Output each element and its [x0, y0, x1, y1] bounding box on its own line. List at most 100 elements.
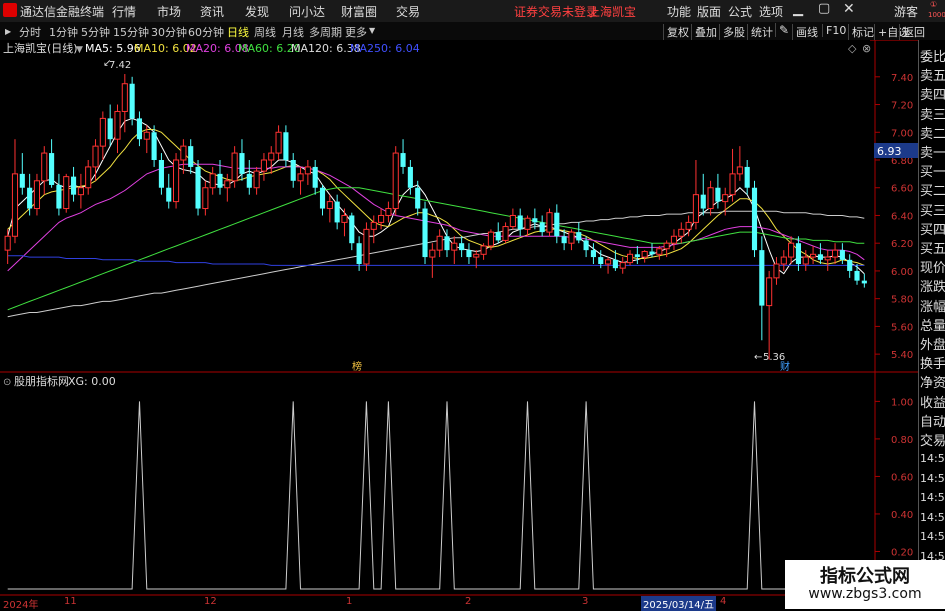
period-tab-multi[interactable]: 多周期: [309, 24, 342, 40]
candle[interactable]: [400, 139, 406, 174]
candle[interactable]: [656, 245, 663, 260]
candle[interactable]: [436, 229, 443, 258]
candle[interactable]: [56, 173, 62, 216]
candle[interactable]: [502, 222, 509, 244]
candle[interactable]: [129, 76, 135, 126]
period-tab-daily[interactable]: 日线: [227, 24, 249, 40]
menu-item-function[interactable]: 功能: [667, 3, 691, 20]
menu-item-layout[interactable]: 版面: [697, 3, 721, 20]
candle[interactable]: [304, 160, 311, 185]
menu-item-ask[interactable]: 问小达: [289, 3, 325, 20]
candle[interactable]: [239, 139, 245, 181]
tool-back[interactable]: 返回: [899, 24, 925, 40]
period-tab-tick[interactable]: 分时: [19, 24, 41, 40]
candle[interactable]: [173, 153, 180, 209]
period-tab-weekly[interactable]: 周线: [254, 24, 276, 40]
collapse-icon[interactable]: ⊗: [862, 42, 871, 55]
candle[interactable]: [773, 257, 780, 285]
candle[interactable]: [370, 215, 377, 244]
candle[interactable]: [707, 180, 714, 216]
candle[interactable]: [831, 243, 839, 264]
candle[interactable]: [27, 173, 33, 216]
diamond-icon[interactable]: ◇: [848, 42, 857, 55]
candle[interactable]: [290, 153, 296, 188]
candle[interactable]: [817, 243, 823, 264]
candle[interactable]: [554, 204, 560, 244]
candle[interactable]: [634, 245, 640, 264]
menu-item-news[interactable]: 资讯: [200, 3, 224, 20]
candle[interactable]: [363, 222, 370, 271]
tool-draw[interactable]: 画线: [792, 24, 818, 40]
quote-label[interactable]: 交易: [920, 430, 945, 449]
candle[interactable]: [824, 250, 831, 271]
candle[interactable]: [41, 146, 48, 195]
candle[interactable]: [619, 257, 626, 274]
candle[interactable]: [107, 104, 113, 147]
tool-multi-stock[interactable]: 多股: [719, 24, 745, 40]
candle[interactable]: [641, 250, 648, 263]
candle[interactable]: [297, 166, 304, 195]
candle[interactable]: [466, 243, 472, 264]
candle[interactable]: [590, 243, 596, 264]
candle[interactable]: [459, 236, 465, 258]
candle[interactable]: [429, 243, 436, 278]
candle[interactable]: [766, 270, 773, 360]
period-tab-30min[interactable]: 30分钟: [151, 24, 187, 40]
candle[interactable]: [319, 184, 326, 216]
candle[interactable]: [847, 254, 853, 278]
period-tab-60min[interactable]: 60分钟: [188, 24, 224, 40]
candle[interactable]: [312, 160, 318, 195]
menu-item-discover[interactable]: 发现: [245, 3, 269, 20]
candle[interactable]: [33, 173, 41, 216]
candle[interactable]: [729, 148, 736, 202]
candle[interactable]: [326, 194, 333, 223]
legend-collapse-icon[interactable]: ▼: [76, 45, 83, 55]
menu-item-quotes[interactable]: 行情: [112, 3, 136, 20]
candle[interactable]: [151, 125, 157, 167]
candle[interactable]: [700, 173, 706, 216]
candle[interactable]: [49, 139, 55, 188]
candle[interactable]: [268, 146, 275, 174]
expand-icon[interactable]: ▶: [5, 27, 11, 36]
candle[interactable]: [788, 236, 795, 264]
candle[interactable]: [70, 166, 77, 202]
candle[interactable]: [378, 208, 385, 230]
candle[interactable]: [392, 146, 399, 216]
candle[interactable]: [576, 222, 582, 244]
candle[interactable]: [99, 111, 106, 160]
period-tab-monthly[interactable]: 月线: [282, 24, 304, 40]
tool-mark[interactable]: 标记: [848, 24, 874, 40]
candle[interactable]: [195, 160, 201, 216]
candle[interactable]: [546, 208, 553, 237]
period-tab-1min[interactable]: 1分钟: [49, 24, 78, 40]
tool-overlay[interactable]: 叠加: [691, 24, 717, 40]
candle[interactable]: [810, 245, 817, 264]
candle[interactable]: [85, 160, 92, 195]
candle[interactable]: [11, 139, 19, 244]
quote-label[interactable]: 自动: [920, 411, 945, 430]
candle[interactable]: [751, 180, 758, 258]
login-notice[interactable]: 证券交易未登录: [514, 3, 598, 20]
candle[interactable]: [224, 173, 231, 202]
more-dropdown-icon[interactable]: ▼: [369, 26, 375, 35]
candle[interactable]: [854, 264, 860, 285]
close-icon[interactable]: ✕: [843, 1, 855, 17]
tool-stats[interactable]: 统计: [747, 24, 773, 40]
menu-item-market[interactable]: 市场: [157, 3, 181, 20]
tool-f10[interactable]: F10: [822, 24, 846, 37]
candle[interactable]: [260, 153, 267, 181]
menu-item-trade[interactable]: 交易: [396, 3, 420, 20]
candle[interactable]: [480, 243, 487, 260]
user-label[interactable]: 游客: [894, 3, 918, 20]
candle[interactable]: [539, 215, 545, 237]
candle[interactable]: [92, 139, 99, 181]
bang-marker[interactable]: 榜: [352, 360, 362, 373]
candle[interactable]: [246, 160, 252, 195]
candle[interactable]: [670, 229, 678, 251]
candle[interactable]: [451, 236, 458, 264]
candle[interactable]: [209, 166, 216, 195]
candle[interactable]: [275, 125, 282, 160]
candle[interactable]: [114, 104, 121, 154]
period-tab-5min[interactable]: 5分钟: [81, 24, 110, 40]
period-tab-15min[interactable]: 15分钟: [113, 24, 149, 40]
